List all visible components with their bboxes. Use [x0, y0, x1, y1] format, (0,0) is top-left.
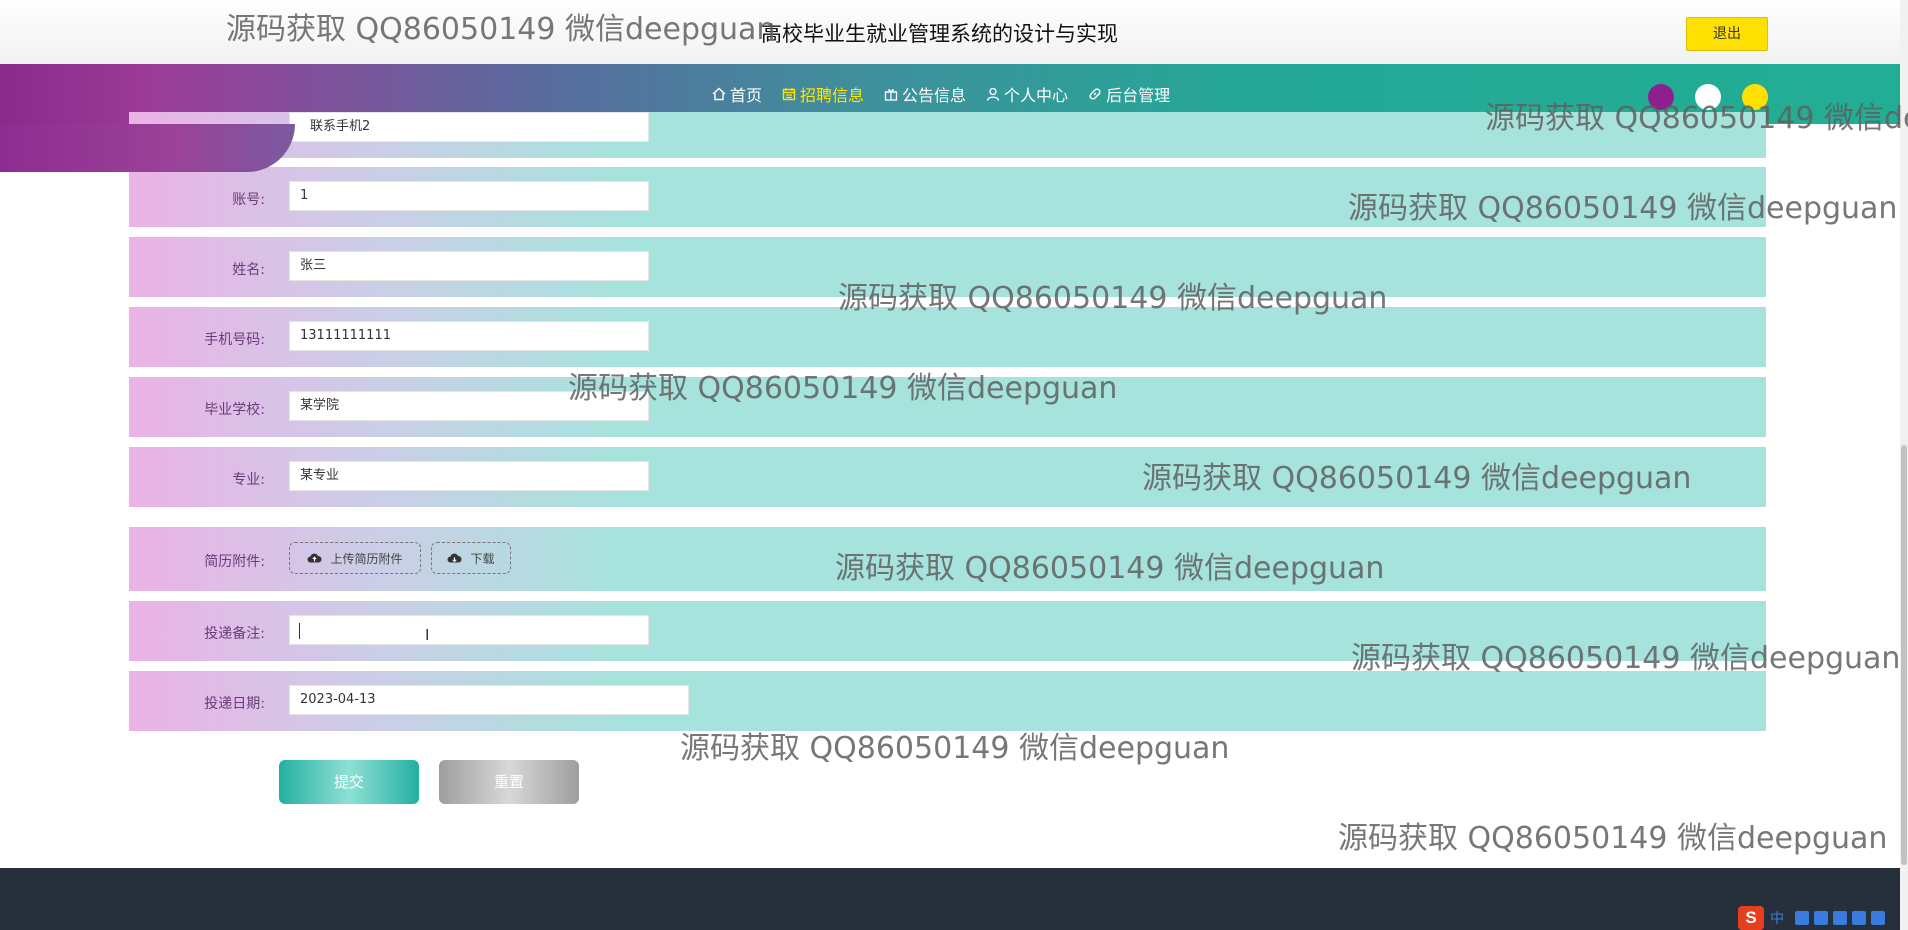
note-field[interactable]: [289, 615, 649, 645]
reset-button[interactable]: 重置: [439, 760, 579, 804]
cloud-upload-icon: [307, 553, 322, 563]
ime-icons: [1790, 911, 1885, 925]
field-label: 手机号码:: [204, 332, 265, 348]
upload-label: 上传简历附件: [330, 551, 403, 566]
download-label: 下载: [470, 551, 495, 566]
ime-language[interactable]: 中: [1770, 908, 1784, 928]
major-field[interactable]: 某专业: [289, 461, 649, 491]
field-label: 姓名:: [232, 262, 265, 278]
main-nav: 首页 招聘信息 公告信息 个人中心 后台管理: [712, 64, 1190, 124]
upload-resume-button[interactable]: 上传简历附件: [289, 542, 421, 574]
form-row-note: 投递备注:: [129, 601, 1766, 661]
nav-item-profile[interactable]: 个人中心: [986, 82, 1068, 106]
gift-icon: [884, 89, 898, 101]
field-label: 账号:: [232, 192, 265, 208]
field-label: 简历附件:: [204, 554, 265, 570]
theme-dot-yellow[interactable]: [1742, 84, 1768, 110]
ime-logo-icon[interactable]: S: [1738, 906, 1764, 930]
nav-item-label: 首页: [730, 86, 763, 105]
form-row-major: 专业: 某专业: [129, 447, 1766, 507]
keyboard-icon[interactable]: [1833, 911, 1847, 925]
user-icon: [986, 87, 1000, 101]
form-row-school: 毕业学校: 某学院: [129, 377, 1766, 437]
school-field[interactable]: 某学院: [289, 391, 649, 421]
form-row-phone: 手机号码: 13111111111: [129, 307, 1766, 367]
form-row-account: 账号: 1: [129, 167, 1766, 227]
account-field[interactable]: 1: [289, 181, 649, 211]
submit-button[interactable]: 提交: [279, 760, 419, 804]
theme-switcher: [1648, 84, 1789, 110]
theme-dot-white[interactable]: [1695, 84, 1721, 110]
nav-decoration: [0, 124, 295, 172]
name-field[interactable]: 张三: [289, 251, 649, 281]
site-title: 高校毕业生就业管理系统的设计与实现: [761, 22, 1118, 46]
nav-item-label: 后台管理: [1106, 86, 1171, 105]
ime-toolbar[interactable]: S 中: [1738, 906, 1885, 930]
punctuation-icon[interactable]: [1795, 911, 1809, 925]
contact-phone-field[interactable]: 联系手机2: [289, 112, 649, 142]
link-icon: [1089, 88, 1101, 100]
field-label: 毕业学校:: [204, 402, 265, 418]
nav-item-label: 公告信息: [902, 86, 967, 105]
nav-item-admin[interactable]: 后台管理: [1088, 82, 1170, 106]
microphone-icon[interactable]: [1814, 911, 1828, 925]
text-caret: [299, 623, 300, 639]
form-row-date: 投递日期: 2023-04-13: [129, 671, 1766, 731]
field-label: 投递日期:: [204, 696, 265, 712]
skin-icon[interactable]: [1852, 911, 1866, 925]
nav-item-label: 个人中心: [1004, 86, 1069, 105]
form-row-resume: 简历附件: 上传简历附件 下载: [129, 527, 1766, 591]
grid-icon[interactable]: [1871, 911, 1885, 925]
nav-item-label: 招聘信息: [800, 86, 865, 105]
calendar-icon: [782, 88, 796, 101]
nav-item-home[interactable]: 首页: [712, 82, 762, 106]
home-icon: [712, 87, 726, 101]
mouse-text-cursor-icon: I: [425, 627, 430, 644]
cloud-download-icon: [447, 553, 462, 563]
theme-dot-purple[interactable]: [1648, 84, 1674, 110]
download-resume-button[interactable]: 下载: [431, 542, 511, 574]
field-label: 专业:: [232, 472, 265, 488]
date-field[interactable]: 2023-04-13: [289, 685, 689, 715]
page-footer: [0, 868, 1900, 930]
scrollbar-thumb[interactable]: [1901, 445, 1907, 865]
watermark: 源码获取 QQ86050149 微信deepguan: [1338, 821, 1888, 856]
nav-item-jobs[interactable]: 招聘信息: [782, 82, 864, 106]
nav-item-notices[interactable]: 公告信息: [884, 82, 966, 106]
form-row-name: 姓名: 张三: [129, 237, 1766, 297]
phone-field[interactable]: 13111111111: [289, 321, 649, 351]
logout-button[interactable]: 退出: [1686, 17, 1768, 51]
top-title-bar: 高校毕业生就业管理系统的设计与实现 退出: [0, 0, 1908, 65]
field-label: 投递备注:: [204, 626, 265, 642]
